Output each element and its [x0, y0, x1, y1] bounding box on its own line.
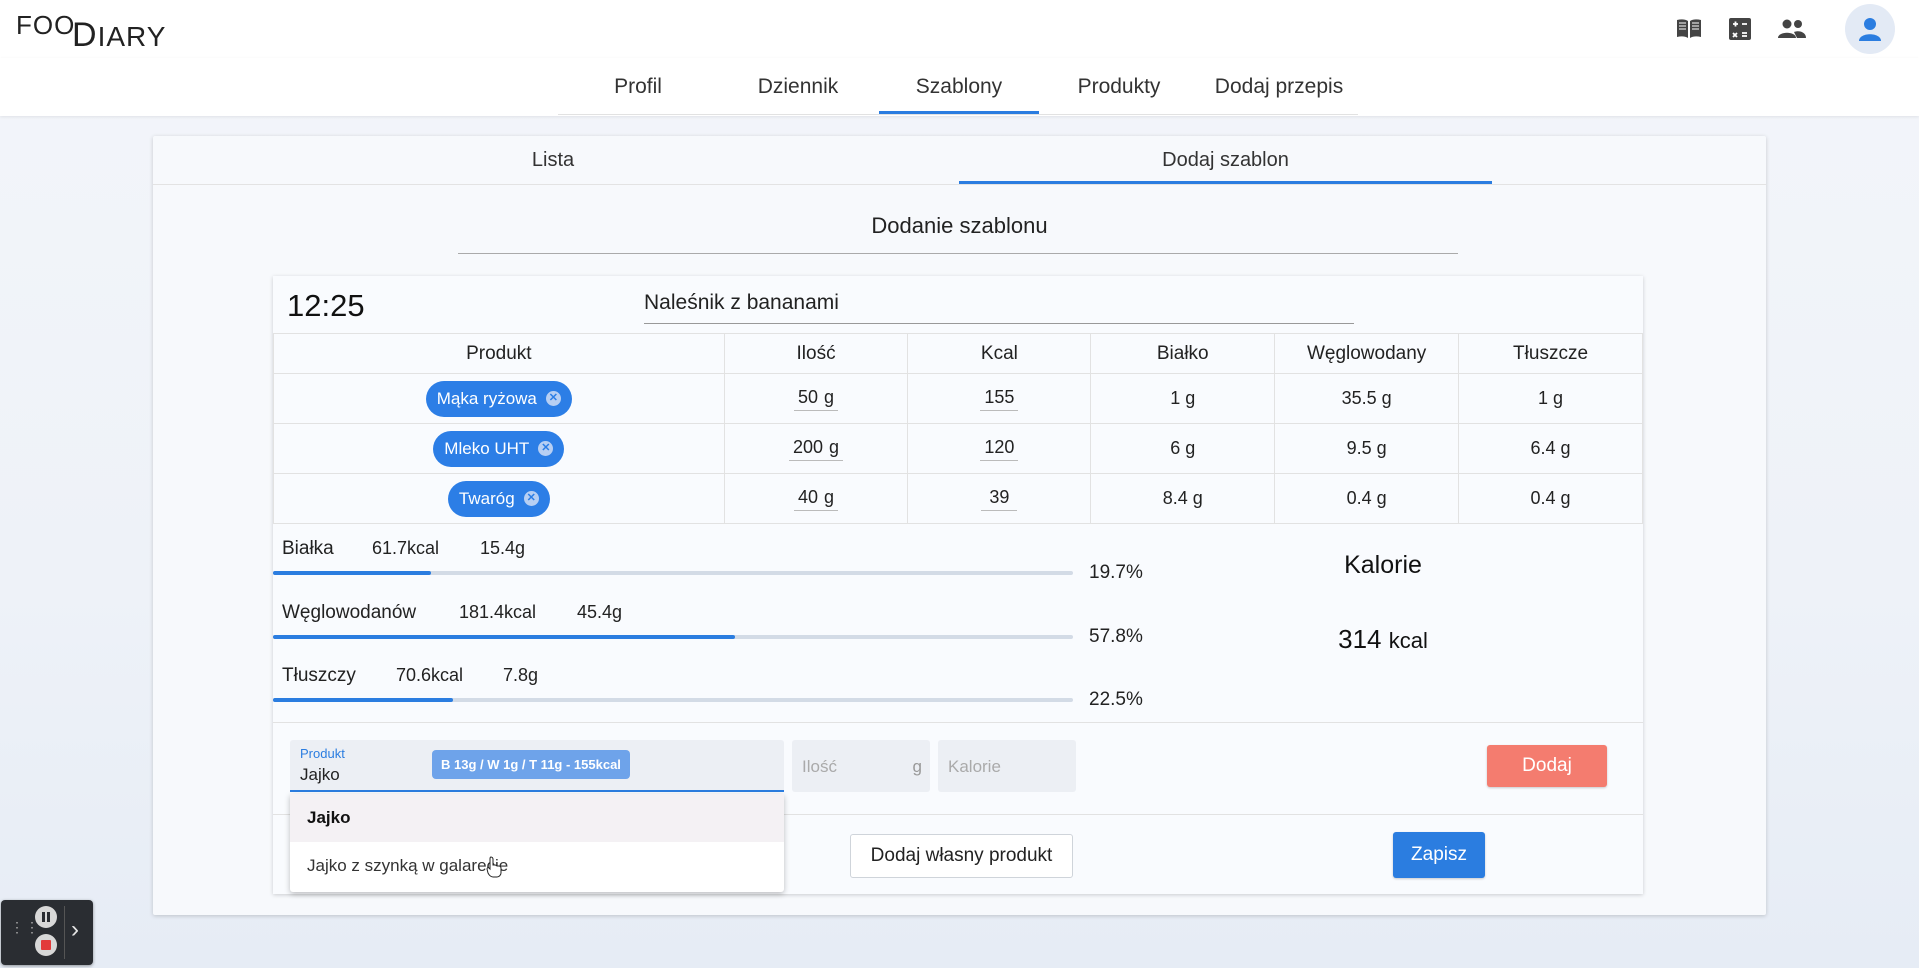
top-bar: FOO DIARY: [0, 0, 1919, 58]
divider: [273, 722, 1643, 723]
macro-progress-track: [273, 571, 1073, 575]
products-table: Produkt Ilość Kcal Białko Węglowodany Tł…: [273, 333, 1643, 524]
remove-chip-icon[interactable]: ✕: [538, 441, 554, 456]
header-tluszcze: Tłuszcze: [1458, 333, 1643, 374]
title-divider: [458, 253, 1458, 254]
macro-progress-fill: [273, 698, 453, 702]
calories-input[interactable]: Kalorie: [938, 740, 1076, 792]
macro-grams: 7.8g: [503, 665, 539, 685]
product-autocomplete: Jajko Jajko z szynką w galarecie: [290, 794, 784, 892]
carbs-cell: 35.5 g: [1274, 373, 1460, 424]
fat-cell: 1 g: [1458, 373, 1643, 424]
qty-input[interactable]: 40 g: [794, 487, 839, 511]
meal-time[interactable]: 12:25: [287, 288, 365, 324]
subtab-divider: [153, 184, 1766, 185]
autocomplete-option[interactable]: Jajko: [290, 794, 784, 842]
macro-fat: Tłuszczy 70.6kcal 7.8g 22.5%: [273, 665, 1143, 715]
fat-cell: 0.4 g: [1458, 473, 1643, 524]
macro-progress-track: [273, 698, 1073, 702]
calories-title: Kalorie: [1344, 551, 1422, 579]
macro-percent: 22.5%: [1089, 689, 1143, 710]
remove-chip-icon[interactable]: ✕: [523, 491, 539, 506]
people-icon[interactable]: [1777, 14, 1807, 44]
kcal-input[interactable]: 39: [981, 487, 1018, 511]
kcal-input[interactable]: 155: [980, 387, 1019, 411]
product-chip[interactable]: Twaróg ✕: [447, 480, 550, 517]
product-chip[interactable]: Mleko UHT ✕: [433, 430, 565, 467]
tab-szablony[interactable]: Szablony: [879, 58, 1039, 114]
macro-kcal: 181.4kcal: [459, 602, 537, 622]
macro-protein: Białka 61.7kcal 15.4g 19.7%: [273, 538, 1143, 588]
hand-cursor-icon: [486, 856, 502, 878]
quantity-input[interactable]: Ilość g: [792, 740, 930, 792]
main-nav: Profil Dziennik Szablony Produkty Dodaj …: [0, 58, 1919, 116]
tab-dodaj-przepis[interactable]: Dodaj przepis: [1199, 58, 1359, 114]
tab-dziennik[interactable]: Dziennik: [718, 58, 878, 114]
macro-kcal: 70.6kcal: [396, 665, 464, 685]
macro-carbs: Węglowodanów 181.4kcal 45.4g 57.8%: [273, 602, 1143, 652]
add-product-button[interactable]: Dodaj: [1487, 745, 1607, 787]
macro-progress-fill: [273, 571, 431, 575]
product-field-value[interactable]: Jajko: [300, 765, 340, 785]
template-panel: 12:25 Naleśnik z bananami Produkt Ilość …: [273, 276, 1643, 894]
top-icons: [0, 14, 1919, 44]
carbs-cell: 0.4 g: [1274, 473, 1460, 524]
product-field-label: Produkt: [300, 746, 345, 761]
tab-produkty[interactable]: Produkty: [1039, 58, 1199, 114]
calculator-icon[interactable]: [1725, 14, 1755, 44]
pause-icon[interactable]: [35, 906, 57, 928]
macro-label: Tłuszczy: [282, 665, 356, 686]
table-row: Mleko UHT ✕ 200 g 120 6 g 9.5 g 6.4 g: [273, 423, 1643, 474]
recording-widget: ⋮⋮ ›: [1, 900, 93, 965]
kcal-input[interactable]: 120: [980, 437, 1019, 461]
header-bialko: Białko: [1090, 333, 1276, 374]
macro-grams: 45.4g: [577, 602, 623, 622]
table-row: Mąka ryżowa ✕ 50 g 155 1 g 35.5 g 1 g: [273, 373, 1643, 424]
chevron-right-icon[interactable]: ›: [71, 916, 79, 944]
book-icon[interactable]: [1674, 14, 1704, 44]
nav-divider: [558, 114, 1358, 115]
macro-progress-track: [273, 635, 1073, 639]
tab-profil[interactable]: Profil: [558, 58, 718, 114]
table-header-row: Produkt Ilość Kcal Białko Węglowodany Tł…: [273, 333, 1643, 374]
header-weglowodany: Węglowodany: [1274, 333, 1460, 374]
macro-kcal: 61.7kcal: [372, 538, 440, 558]
nutrition-tag: B 13g / W 1g / T 11g - 155kcal: [432, 750, 630, 779]
qty-input[interactable]: 200 g: [789, 437, 844, 461]
carbs-cell: 9.5 g: [1274, 423, 1460, 474]
header-produkt: Produkt: [273, 333, 725, 374]
subtab-dodaj-szablon[interactable]: Dodaj szablon: [959, 136, 1492, 184]
stop-icon[interactable]: [35, 934, 57, 956]
remove-chip-icon[interactable]: ✕: [545, 391, 561, 406]
macro-percent: 19.7%: [1089, 562, 1143, 583]
subtab-lista[interactable]: Lista: [313, 136, 793, 184]
macro-percent: 57.8%: [1089, 626, 1143, 647]
product-chip[interactable]: Mąka ryżowa ✕: [425, 380, 572, 417]
template-card: Lista Dodaj szablon Dodanie szablonu 12:…: [153, 136, 1766, 915]
drag-handle-icon[interactable]: ⋮⋮: [10, 920, 40, 934]
protein-cell: 8.4 g: [1090, 473, 1276, 524]
user-avatar-icon[interactable]: [1845, 4, 1895, 54]
qty-input[interactable]: 50 g: [794, 387, 839, 411]
save-button[interactable]: Zapisz: [1393, 832, 1485, 878]
section-title: Dodanie szablonu: [871, 213, 1048, 238]
add-own-product-button[interactable]: Dodaj własny produkt: [850, 834, 1073, 878]
calories-value: 314 kcal: [1338, 624, 1428, 654]
product-search-input[interactable]: Produkt Jajko B 13g / W 1g / T 11g - 155…: [290, 740, 784, 792]
macro-grams: 15.4g: [480, 538, 526, 558]
table-row: Twaróg ✕ 40 g 39 8.4 g 0.4 g 0.4 g: [273, 473, 1643, 524]
macro-label: Węglowodanów: [282, 602, 417, 623]
macro-progress-fill: [273, 635, 736, 639]
autocomplete-option[interactable]: Jajko z szynką w galarecie: [290, 842, 784, 890]
protein-cell: 6 g: [1090, 423, 1276, 474]
protein-cell: 1 g: [1090, 373, 1276, 424]
meal-name-input[interactable]: Naleśnik z bananami: [644, 288, 1354, 324]
macro-label: Białka: [282, 538, 334, 559]
fat-cell: 6.4 g: [1458, 423, 1643, 474]
header-kcal: Kcal: [907, 333, 1092, 374]
header-ilosc: Ilość: [723, 333, 909, 374]
